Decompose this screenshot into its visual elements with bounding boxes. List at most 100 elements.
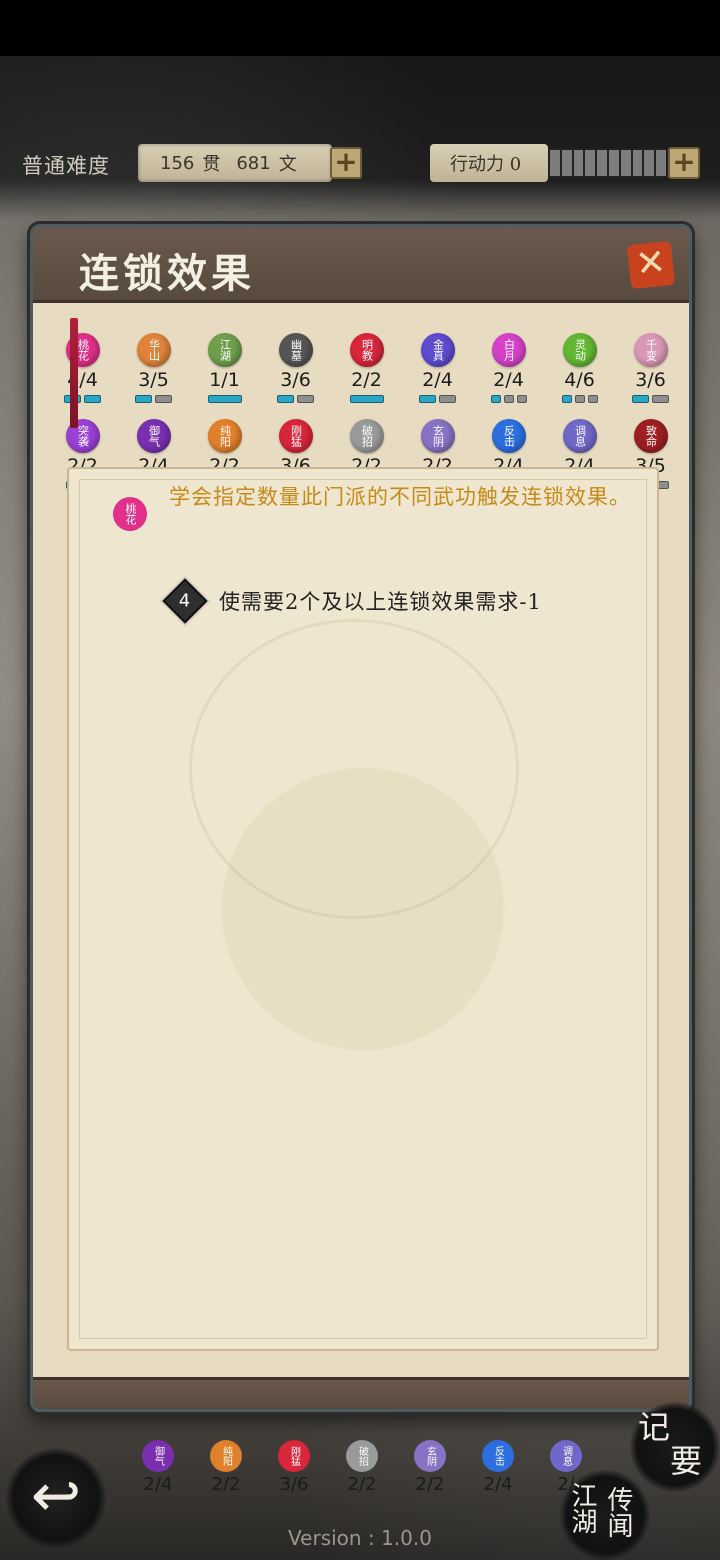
pip-empty — [155, 395, 172, 403]
sect-icon: 破招 — [349, 419, 384, 453]
pip-empty — [503, 395, 514, 403]
sect-progress-pips — [419, 395, 456, 403]
sect-progress-pips — [207, 395, 242, 403]
effect-tier-number: 4 — [179, 590, 191, 612]
add-money-button[interactable]: + — [330, 147, 362, 179]
sect-count: 3/6 — [280, 369, 311, 391]
notes-button[interactable]: 记 要 — [630, 1402, 720, 1492]
pip-filled — [632, 395, 649, 403]
sect-item[interactable]: 江湖 1/1 — [189, 333, 260, 415]
pip-empty — [587, 395, 598, 403]
sect-icon: 反击 — [491, 419, 526, 453]
sect-icon: 白月 — [491, 333, 526, 367]
money-guan-value: 156 — [160, 152, 195, 174]
sect-item[interactable]: 千变 3/6 — [615, 333, 686, 415]
panel-header: 连锁效果 ✕ — [33, 227, 689, 303]
effect-row: 4 使需要2个及以上连锁效果需求-1 — [162, 578, 542, 624]
status-bar: 普通难度 156 贯 681 文 + 行动力 0 + — [0, 140, 720, 188]
background-sect-count: 2/4 — [143, 1474, 173, 1495]
sect-item[interactable]: 金真 2/4 — [402, 333, 473, 415]
back-arrow-icon: ↩ — [30, 1461, 82, 1531]
background-sect-icon: 刚猛 — [278, 1440, 310, 1472]
background-sect-count: 2/4 — [483, 1474, 513, 1495]
sect-icon: 玄阴 — [420, 419, 455, 453]
notes-char-2: 要 — [670, 1442, 703, 1480]
sect-item[interactable]: 幽墓 3/6 — [260, 333, 331, 415]
pip-filled — [490, 395, 501, 403]
background-sect-icon: 纯阳 — [210, 1440, 242, 1472]
pip-filled — [84, 395, 101, 403]
notes-char-1: 记 — [638, 1408, 671, 1446]
sect-icon: 灵动 — [562, 333, 597, 367]
selected-sect-icon: 桃花 — [113, 497, 147, 531]
description-text: 学会指定数量此门派的不同武功触发连锁效果。 — [169, 485, 631, 509]
background-sect-item: 反击 2/4 — [464, 1440, 532, 1495]
sect-count: 1/1 — [209, 369, 240, 391]
sect-item[interactable]: 白月 2/4 — [473, 333, 544, 415]
chain-effect-panel: 连锁效果 ✕ 桃花 4/4 华山 3/5 江湖 1/1 幽墓 3/6 明教 2/2 金真 2/4 白月 2… — [30, 224, 692, 1412]
pip-filled — [561, 395, 572, 403]
version-label: Version : 1.0.0 — [288, 1526, 432, 1550]
sect-item[interactable]: 华山 3/5 — [118, 333, 189, 415]
panel-title: 连锁效果 — [79, 250, 255, 297]
sect-progress-pips — [490, 395, 527, 403]
background-sect-count: 2/2 — [415, 1474, 445, 1495]
energy-bar — [548, 148, 668, 178]
sect-icon: 纯阳 — [207, 419, 242, 453]
detail-frame: 桃花 学会指定数量此门派的不同武功触发连锁效果。 4 使需要2个及以上连锁效果需… — [67, 467, 659, 1351]
pip-filled — [349, 395, 384, 403]
sect-icon: 幽墓 — [278, 333, 313, 367]
background-sect-count: 3/6 — [279, 1474, 309, 1495]
pip-empty — [652, 395, 669, 403]
background-sect-item: 纯阳 2/2 — [192, 1440, 260, 1495]
background-sect-item: 御气 2/4 — [124, 1440, 192, 1495]
energy-label: 行动力 0 — [430, 144, 548, 182]
pip-empty — [297, 395, 314, 403]
pip-empty — [574, 395, 585, 403]
add-energy-button[interactable]: + — [668, 147, 700, 179]
background-sect-icon: 破招 — [346, 1440, 378, 1472]
sect-icon: 千变 — [633, 333, 668, 367]
sect-progress-pips — [632, 395, 669, 403]
sect-icon: 致命 — [633, 419, 668, 453]
sect-count: 4/6 — [564, 369, 595, 391]
description-row: 桃花 学会指定数量此门派的不同武功触发连锁效果。 — [113, 483, 633, 531]
top-system-bar — [0, 0, 720, 56]
pip-filled — [277, 395, 294, 403]
background-sect-icon: 反击 — [482, 1440, 514, 1472]
sect-count: 2/4 — [493, 369, 524, 391]
sect-icon: 调息 — [562, 419, 597, 453]
sect-icon: 金真 — [420, 333, 455, 367]
guan-unit: 贯 — [202, 154, 221, 175]
pip-filled — [135, 395, 152, 403]
panel-footer — [33, 1377, 689, 1409]
difficulty-label: 普通难度 — [22, 154, 110, 178]
sect-icon: 御气 — [136, 419, 171, 453]
background-sect-icon: 玄阴 — [414, 1440, 446, 1472]
sect-progress-pips — [561, 395, 598, 403]
background-sect-item: 破招 2/2 — [328, 1440, 396, 1495]
sect-count: 2/2 — [351, 369, 382, 391]
sect-count: 3/6 — [635, 369, 666, 391]
close-button[interactable]: ✕ — [626, 240, 676, 290]
pip-empty — [439, 395, 456, 403]
sect-icon: 明教 — [349, 333, 384, 367]
sect-item[interactable]: 明教 2/2 — [331, 333, 402, 415]
sect-count: 3/5 — [138, 369, 169, 391]
background-sect-item: 玄阴 2/2 — [396, 1440, 464, 1495]
sect-item[interactable]: 灵动 4/6 — [544, 333, 615, 415]
background-sect-icon: 御气 — [142, 1440, 174, 1472]
sect-icon: 华山 — [136, 333, 171, 367]
sect-progress-pips — [277, 395, 314, 403]
background-sect-count: 2/2 — [347, 1474, 377, 1495]
sect-count: 2/4 — [422, 369, 453, 391]
sect-icon: 江湖 — [207, 333, 242, 367]
background-sect-icon: 调息 — [550, 1440, 582, 1472]
bookmark-ribbon — [70, 318, 78, 428]
pip-filled — [207, 395, 242, 403]
dragon-watermark — [189, 619, 519, 919]
sect-item[interactable]: 桃花 4/4 — [47, 333, 118, 415]
sect-progress-pips — [135, 395, 172, 403]
effect-text: 使需要2个及以上连锁效果需求-1 — [219, 590, 542, 614]
effect-tier-badge: 4 — [162, 578, 208, 624]
